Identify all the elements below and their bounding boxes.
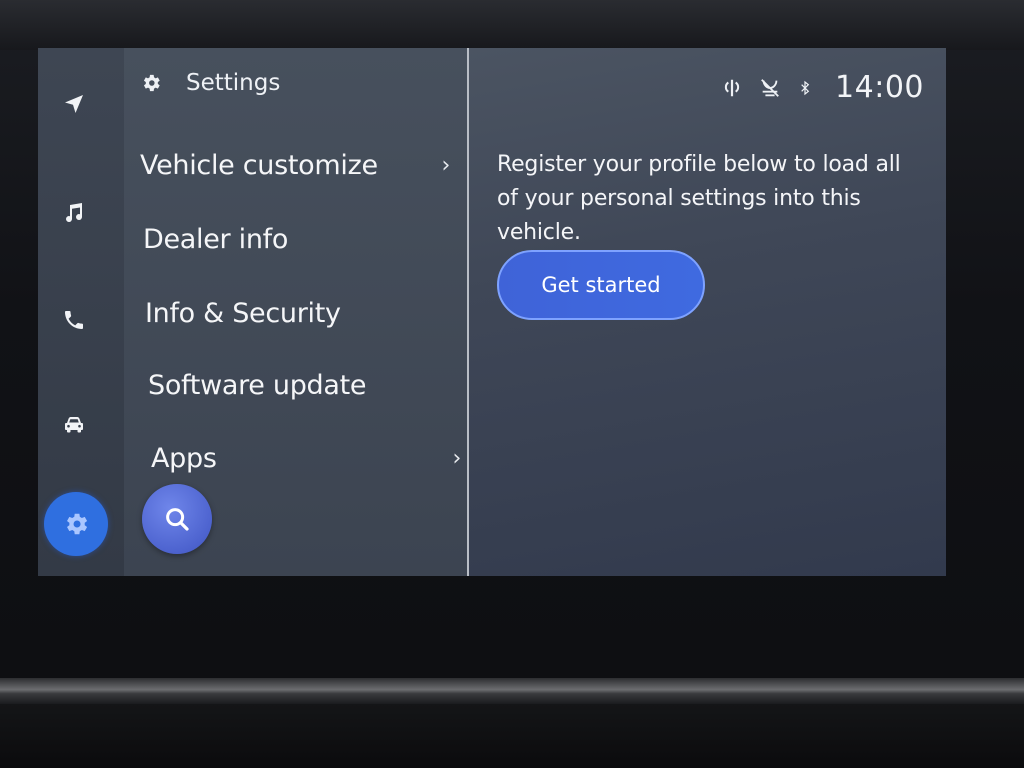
chevron-right-icon: ›: [441, 152, 451, 178]
infotainment-screen: Settings Vehicle customize › Dealer info…: [38, 48, 946, 576]
gear-icon: [143, 74, 160, 92]
menu-item-label: Apps: [151, 442, 217, 474]
settings-header: Settings: [140, 70, 280, 96]
page-title: Settings: [186, 70, 281, 96]
status-bar: 14:00: [705, 70, 924, 105]
menu-item-software-update[interactable]: Software update: [148, 360, 458, 410]
menu-item-info-security[interactable]: Info & Security: [145, 288, 455, 338]
menu-item-vehicle-customize[interactable]: Vehicle customize ›: [140, 140, 450, 190]
profile-content-panel: 14:00 Register your profile below to loa…: [469, 48, 946, 576]
chevron-right-icon: ›: [452, 445, 462, 471]
menu-item-label: Software update: [148, 369, 367, 401]
gear-icon[interactable]: [44, 492, 108, 556]
get-started-button[interactable]: Get started: [497, 250, 705, 320]
chrome-trim: [0, 678, 1024, 704]
phone-icon[interactable]: [46, 292, 102, 348]
car-icon[interactable]: [46, 396, 102, 452]
bluetooth-icon: [801, 80, 810, 95]
menu-item-apps[interactable]: Apps ›: [151, 433, 461, 483]
settings-menu-panel: Settings Vehicle customize › Dealer info…: [124, 48, 467, 576]
search-button[interactable]: [142, 484, 212, 554]
wireless-charging-icon: [724, 79, 740, 96]
clock: 14:00: [835, 70, 924, 105]
menu-item-dealer-info[interactable]: Dealer info: [143, 214, 453, 264]
menu-item-label: Vehicle customize: [140, 149, 378, 181]
bezel-top: [0, 0, 1024, 50]
search-icon: [166, 508, 189, 531]
navigation-arrow-icon[interactable]: [46, 76, 102, 132]
music-note-icon[interactable]: [46, 185, 102, 241]
menu-item-label: Dealer info: [143, 223, 289, 255]
app-rail: [38, 48, 124, 576]
voice-muted-icon: [761, 78, 779, 97]
menu-item-label: Info & Security: [145, 297, 341, 329]
dashboard-lower: [0, 704, 1024, 768]
profile-message: Register your profile below to load all …: [497, 152, 901, 245]
